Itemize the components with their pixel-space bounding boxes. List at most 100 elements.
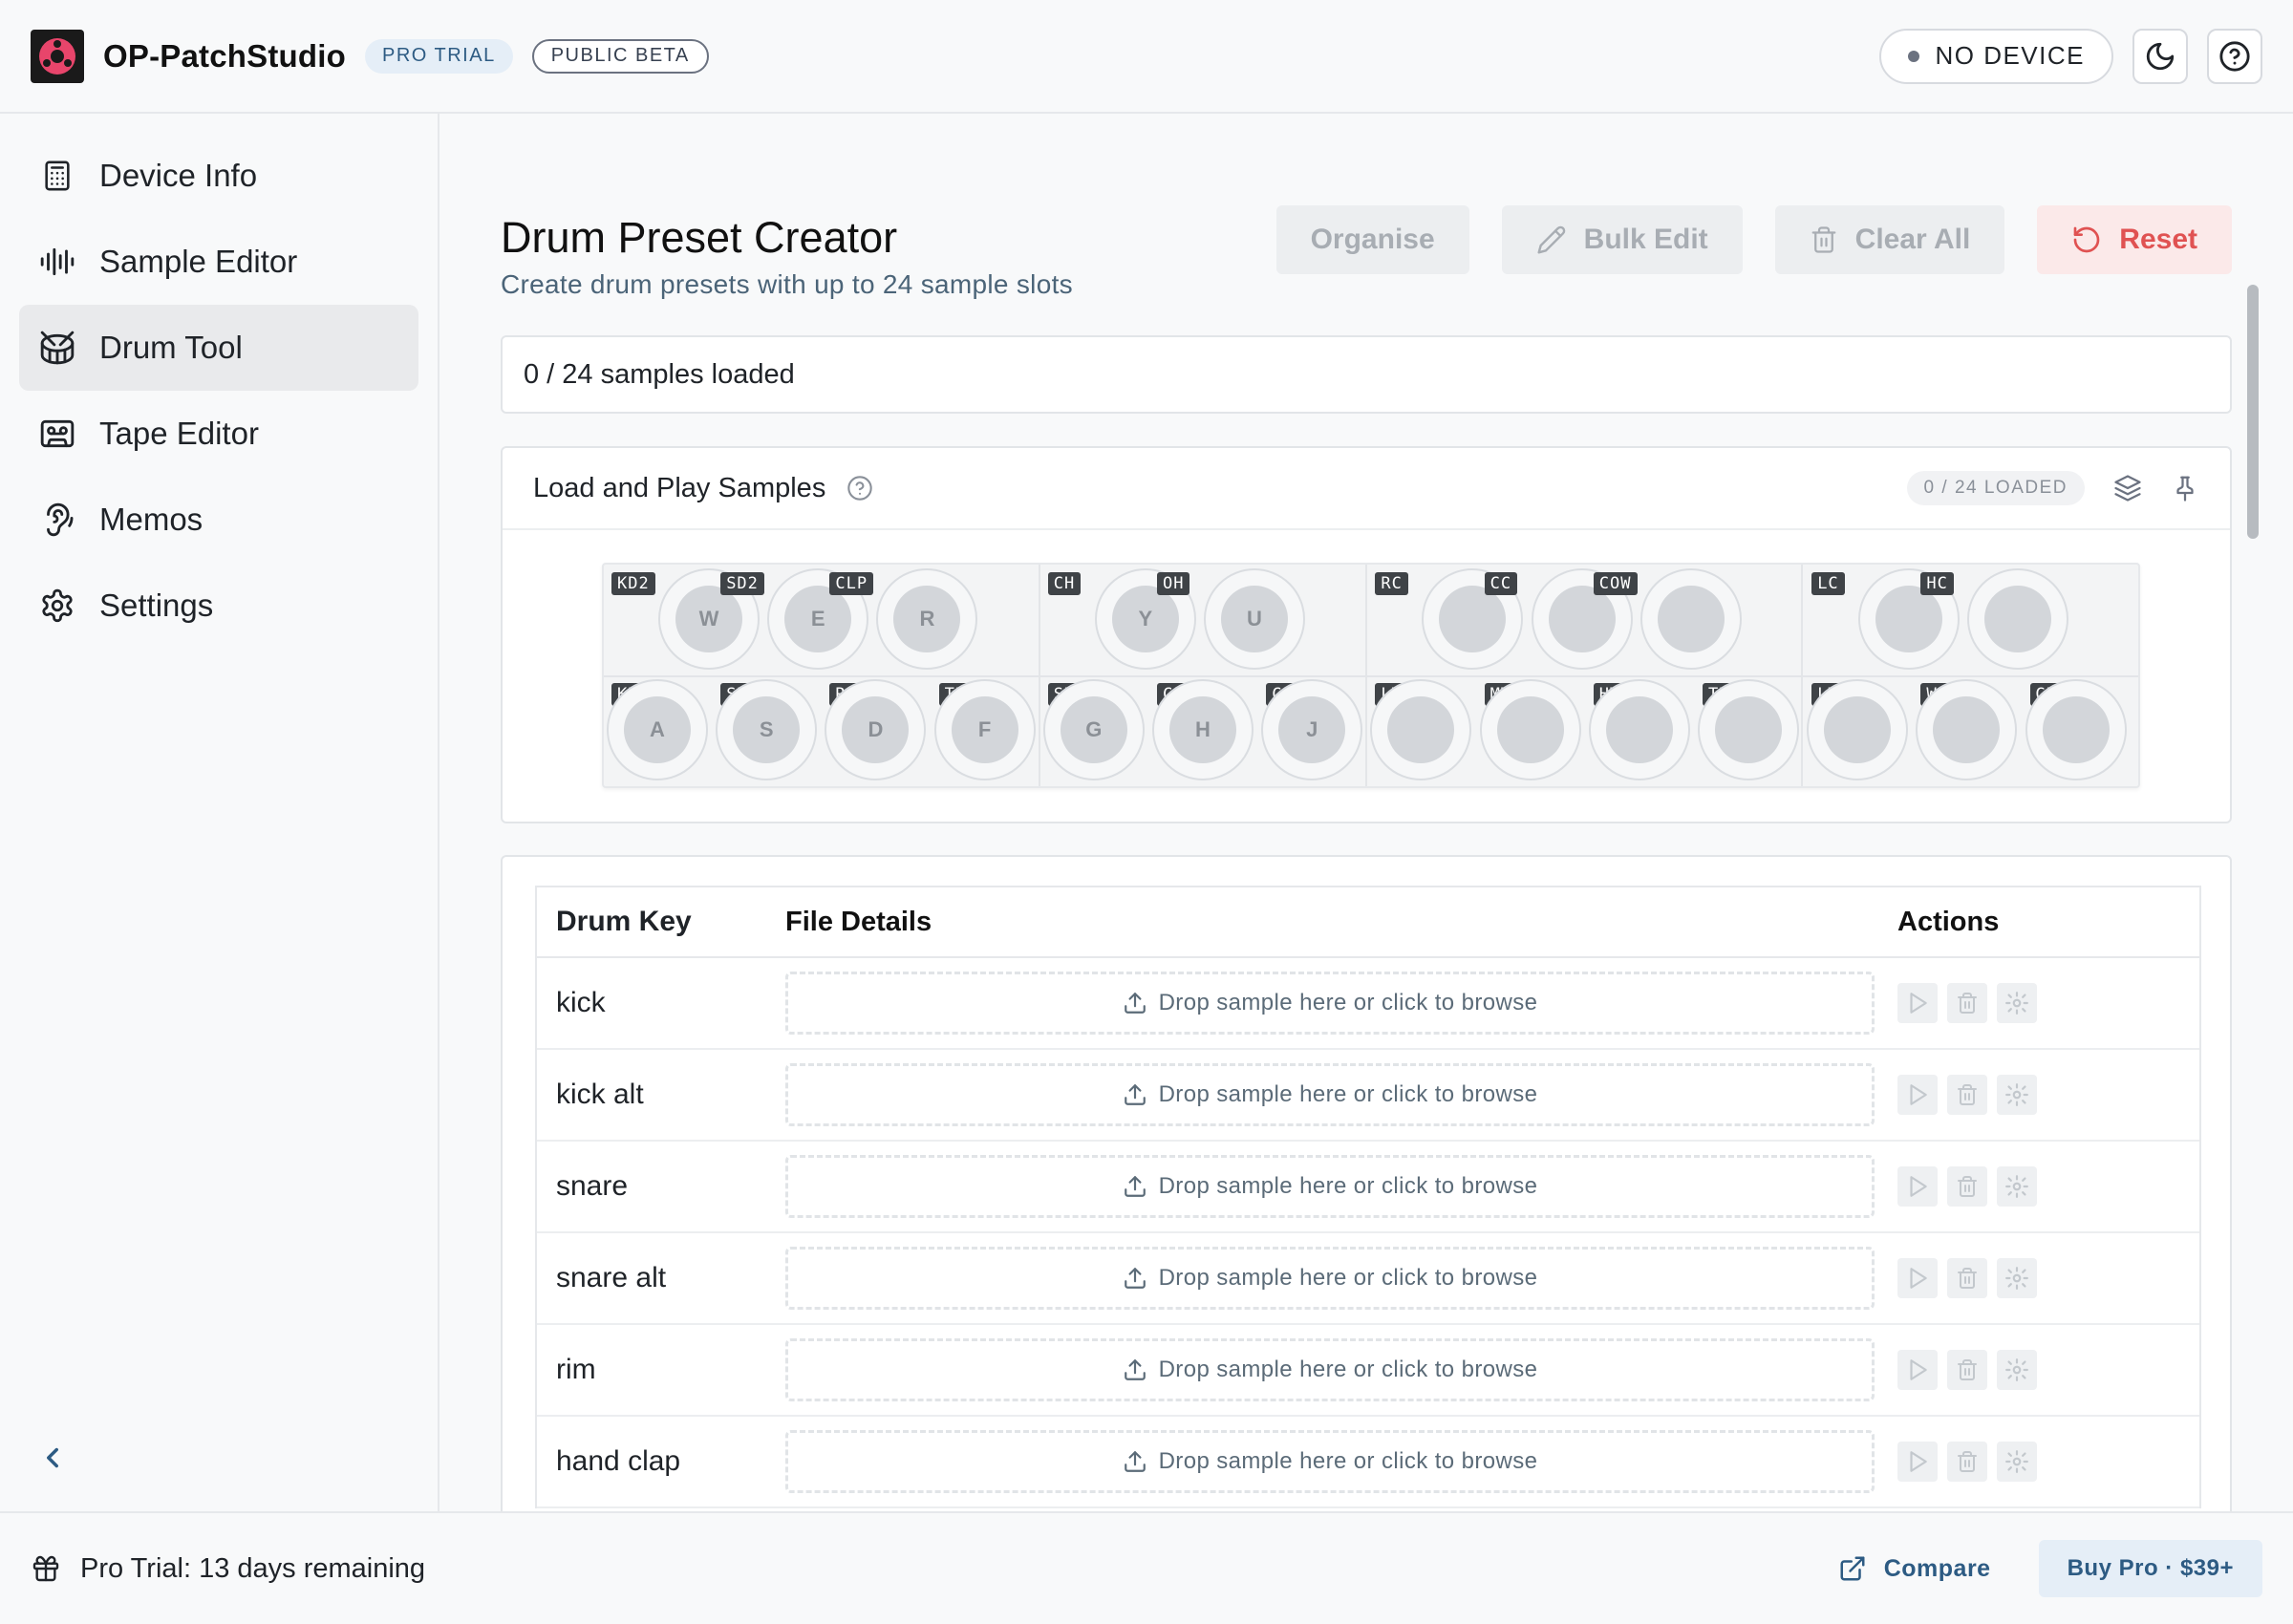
sample-settings-button[interactable] — [1997, 983, 2037, 1023]
trash-icon — [1956, 1450, 1979, 1473]
pad-key-hint — [1439, 586, 1507, 652]
sidebar-item-tape-editor[interactable]: Tape Editor — [19, 391, 418, 477]
drum-pad-tri[interactable] — [1698, 679, 1799, 780]
bulk-edit-button[interactable]: Bulk Edit — [1501, 205, 1743, 274]
sidebar-item-settings[interactable]: Settings — [19, 563, 418, 649]
sample-drop-zone[interactable]: Drop sample here or click to browse — [785, 1063, 1875, 1126]
reset-button[interactable]: Reset — [2037, 205, 2232, 274]
drum-pad-sh[interactable]: G — [1042, 679, 1145, 780]
sidebar-item-drum-tool[interactable]: Drum Tool — [19, 305, 418, 391]
pad-key-hint — [1933, 696, 2001, 763]
drum-pad-clp[interactable]: R — [876, 568, 978, 670]
drum-pad-grid: KD2WSD2ECLPRCHYOHURCCCCOWLCHCKD1ASD1SRIM… — [602, 563, 2140, 788]
drum-pad-cl[interactable]: H — [1152, 679, 1254, 780]
table-row: kick alt Drop sample here or click to bro… — [537, 1050, 2199, 1142]
drum-pad-cow[interactable] — [1639, 568, 1742, 670]
delete-sample-button[interactable] — [1947, 983, 1987, 1023]
table-row: kick Drop sample here or click to browse — [537, 958, 2199, 1050]
pad-key-hint: A — [624, 696, 691, 763]
drop-zone-text: Drop sample here or click to browse — [1158, 1357, 1538, 1382]
clear-all-button[interactable]: Clear All — [1774, 205, 2005, 274]
drop-zone-text: Drop sample here or click to browse — [1158, 1081, 1538, 1107]
drum-pad-lt2[interactable] — [1807, 679, 1909, 780]
sample-drop-zone[interactable]: Drop sample here or click to browse — [785, 1430, 1875, 1493]
reset-label: Reset — [2119, 224, 2197, 255]
drum-pad-rim[interactable]: D — [825, 679, 927, 780]
layers-icon[interactable] — [2113, 474, 2142, 502]
drum-pad-cab[interactable]: J — [1261, 679, 1363, 780]
loaded-count-badge: 0 / 24 LOADED — [1906, 471, 2085, 505]
upload-icon — [1123, 1174, 1147, 1199]
row-actions — [1897, 1166, 2037, 1207]
pad-label: CH — [1047, 572, 1082, 595]
play-icon — [1905, 991, 1930, 1015]
pad-label: CLP — [829, 572, 874, 595]
toolbar: Organise Bulk Edit Clear All Reset — [1275, 205, 2232, 274]
compare-link[interactable]: Compare — [1838, 1554, 1991, 1583]
page-subtitle: Create drum presets with up to 24 sample… — [501, 269, 1073, 299]
trial-remaining-text: Pro Trial: 13 days remaining — [80, 1552, 426, 1584]
drum-pad-tb[interactable]: F — [933, 679, 1036, 780]
drum-pad-lt1[interactable] — [1370, 679, 1472, 780]
organise-button[interactable]: Organise — [1275, 205, 1469, 274]
sample-drop-zone[interactable]: Drop sample here or click to browse — [785, 1247, 1875, 1310]
sample-settings-button[interactable] — [1997, 1258, 2037, 1298]
sample-drop-zone[interactable]: Drop sample here or click to browse — [785, 972, 1875, 1035]
drum-pad-kd1[interactable]: A — [607, 679, 708, 780]
upload-icon — [1123, 1449, 1147, 1474]
play-sample-button[interactable] — [1897, 1442, 1938, 1482]
help-circle-icon[interactable] — [846, 475, 873, 502]
drum-pad-ws[interactable] — [1916, 679, 2018, 780]
sample-settings-button[interactable] — [1997, 1442, 2037, 1482]
sample-drop-zone[interactable]: Drop sample here or click to browse — [785, 1338, 1875, 1401]
samples-loaded-text: 0 / 24 samples loaded — [524, 358, 795, 390]
gear-icon — [38, 587, 76, 625]
chevron-left-icon — [47, 1447, 58, 1468]
delete-sample-button[interactable] — [1947, 1258, 1987, 1298]
collapse-sidebar-button[interactable] — [36, 1442, 69, 1474]
sample-settings-button[interactable] — [1997, 1075, 2037, 1115]
play-sample-button[interactable] — [1897, 1166, 1938, 1207]
organise-label: Organise — [1310, 224, 1435, 255]
file-details-cell: Drop sample here or click to browse — [785, 1155, 1897, 1218]
pin-icon[interactable] — [2171, 474, 2199, 502]
theme-toggle-button[interactable] — [2132, 28, 2188, 84]
sample-settings-button[interactable] — [1997, 1350, 2037, 1390]
sidebar-nav: Device Info Sample Editor Drum Tool Tape… — [0, 114, 438, 668]
drum-pad-sd1[interactable]: S — [716, 679, 818, 780]
drum-pad-gui[interactable] — [2025, 679, 2127, 780]
scrollbar-thumb[interactable] — [2247, 285, 2259, 539]
row-actions — [1897, 983, 2037, 1023]
app-logo — [31, 29, 84, 83]
device-status-button[interactable]: NO DEVICE — [1879, 28, 2113, 84]
sidebar: Device Info Sample Editor Drum Tool Tape… — [0, 114, 439, 1511]
play-sample-button[interactable] — [1897, 1350, 1938, 1390]
drum-pad-ht[interactable] — [1588, 679, 1690, 780]
drum-pad-mt[interactable] — [1479, 679, 1581, 780]
drum-pad-hc[interactable] — [1967, 568, 2069, 670]
sidebar-item-memos[interactable]: Memos — [19, 477, 418, 563]
trash-icon — [1956, 1267, 1979, 1290]
play-sample-button[interactable] — [1897, 983, 1938, 1023]
drum-pad-oh[interactable]: U — [1204, 568, 1305, 670]
play-sample-button[interactable] — [1897, 1075, 1938, 1115]
sidebar-item-device-info[interactable]: Device Info — [19, 133, 418, 219]
buy-pro-button[interactable]: Buy Pro · $39+ — [2038, 1540, 2262, 1597]
external-link-icon — [1840, 1556, 1865, 1581]
pad-key-hint: J — [1278, 696, 1346, 763]
sample-settings-button[interactable] — [1997, 1166, 2037, 1207]
gear-icon — [2004, 1266, 2029, 1291]
delete-sample-button[interactable] — [1947, 1075, 1987, 1115]
sample-drop-zone[interactable]: Drop sample here or click to browse — [785, 1155, 1875, 1218]
delete-sample-button[interactable] — [1947, 1442, 1987, 1482]
play-sample-button[interactable] — [1897, 1258, 1938, 1298]
rotate-ccw-icon — [2073, 226, 2100, 253]
sidebar-item-sample-editor[interactable]: Sample Editor — [19, 219, 418, 305]
help-circle-icon — [2219, 40, 2250, 72]
drop-zone-text: Drop sample here or click to browse — [1158, 1265, 1538, 1291]
pad-key-hint — [1605, 696, 1673, 763]
help-button[interactable] — [2207, 28, 2262, 84]
cassette-icon — [38, 415, 76, 453]
delete-sample-button[interactable] — [1947, 1166, 1987, 1207]
delete-sample-button[interactable] — [1947, 1350, 1987, 1390]
